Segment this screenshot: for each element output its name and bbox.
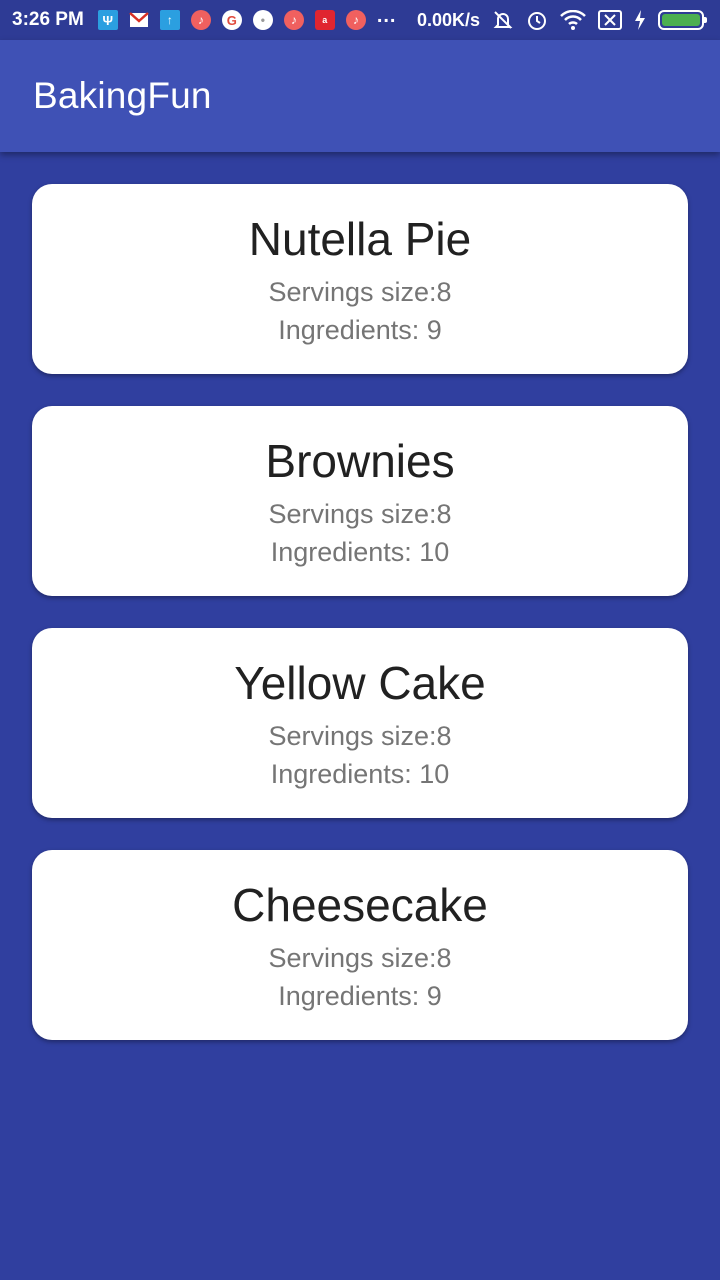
battery-icon: [658, 10, 707, 30]
status-bar: 3:26 PM Ψ ↑ ♪ G • ♪ a ♪ ... 0.00K/s: [0, 0, 720, 40]
more-notifications-icon: ...: [376, 4, 397, 27]
recipe-card[interactable]: Yellow Cake Servings size:8 Ingredients:…: [32, 628, 688, 818]
recipe-name: Brownies: [265, 435, 455, 487]
status-time: 3:26 PM: [12, 9, 84, 30]
recipe-name: Cheesecake: [232, 879, 488, 931]
recipe-name: Nutella Pie: [248, 213, 472, 265]
app-bar: BakingFun: [0, 40, 720, 152]
recipe-servings: Servings size:8: [268, 942, 452, 973]
upload-icon: ↑: [159, 10, 180, 30]
battery-level: [662, 14, 700, 26]
recipe-ingredients: Ingredients: 10: [270, 536, 450, 567]
recipe-card[interactable]: Brownies Servings size:8 Ingredients: 10: [32, 406, 688, 596]
mute-icon: [492, 9, 514, 31]
recipe-card[interactable]: Cheesecake Servings size:8 Ingredients: …: [32, 850, 688, 1040]
music-icon: ♪: [345, 10, 366, 30]
notification-icon: •: [252, 10, 273, 30]
charging-icon: [634, 10, 646, 30]
recipe-ingredients: Ingredients: 9: [278, 314, 442, 345]
usb-icon: Ψ: [97, 10, 118, 30]
recipe-servings: Servings size:8: [268, 276, 452, 307]
recipe-servings: Servings size:8: [268, 498, 452, 529]
app-title: BakingFun: [33, 75, 212, 116]
recipe-servings: Servings size:8: [268, 720, 452, 751]
notification-icons: Ψ ↑ ♪ G • ♪ a ♪ ...: [97, 5, 397, 30]
wifi-icon: [560, 10, 586, 30]
recipe-card[interactable]: Nutella Pie Servings size:8 Ingredients:…: [32, 184, 688, 374]
recipe-ingredients: Ingredients: 9: [278, 980, 442, 1011]
google-icon: G: [221, 10, 242, 30]
no-sim-icon: [598, 10, 622, 30]
music-icon: ♪: [190, 10, 211, 30]
gmail-icon: [128, 10, 149, 30]
recipe-name: Yellow Cake: [234, 657, 486, 709]
music-icon: ♪: [283, 10, 304, 30]
recipe-list: Nutella Pie Servings size:8 Ingredients:…: [32, 184, 688, 1072]
alarm-icon: [526, 9, 548, 31]
recipe-ingredients: Ingredients: 10: [270, 758, 450, 789]
airtel-icon: a: [314, 10, 335, 30]
network-speed: 0.00K/s: [416, 9, 480, 30]
